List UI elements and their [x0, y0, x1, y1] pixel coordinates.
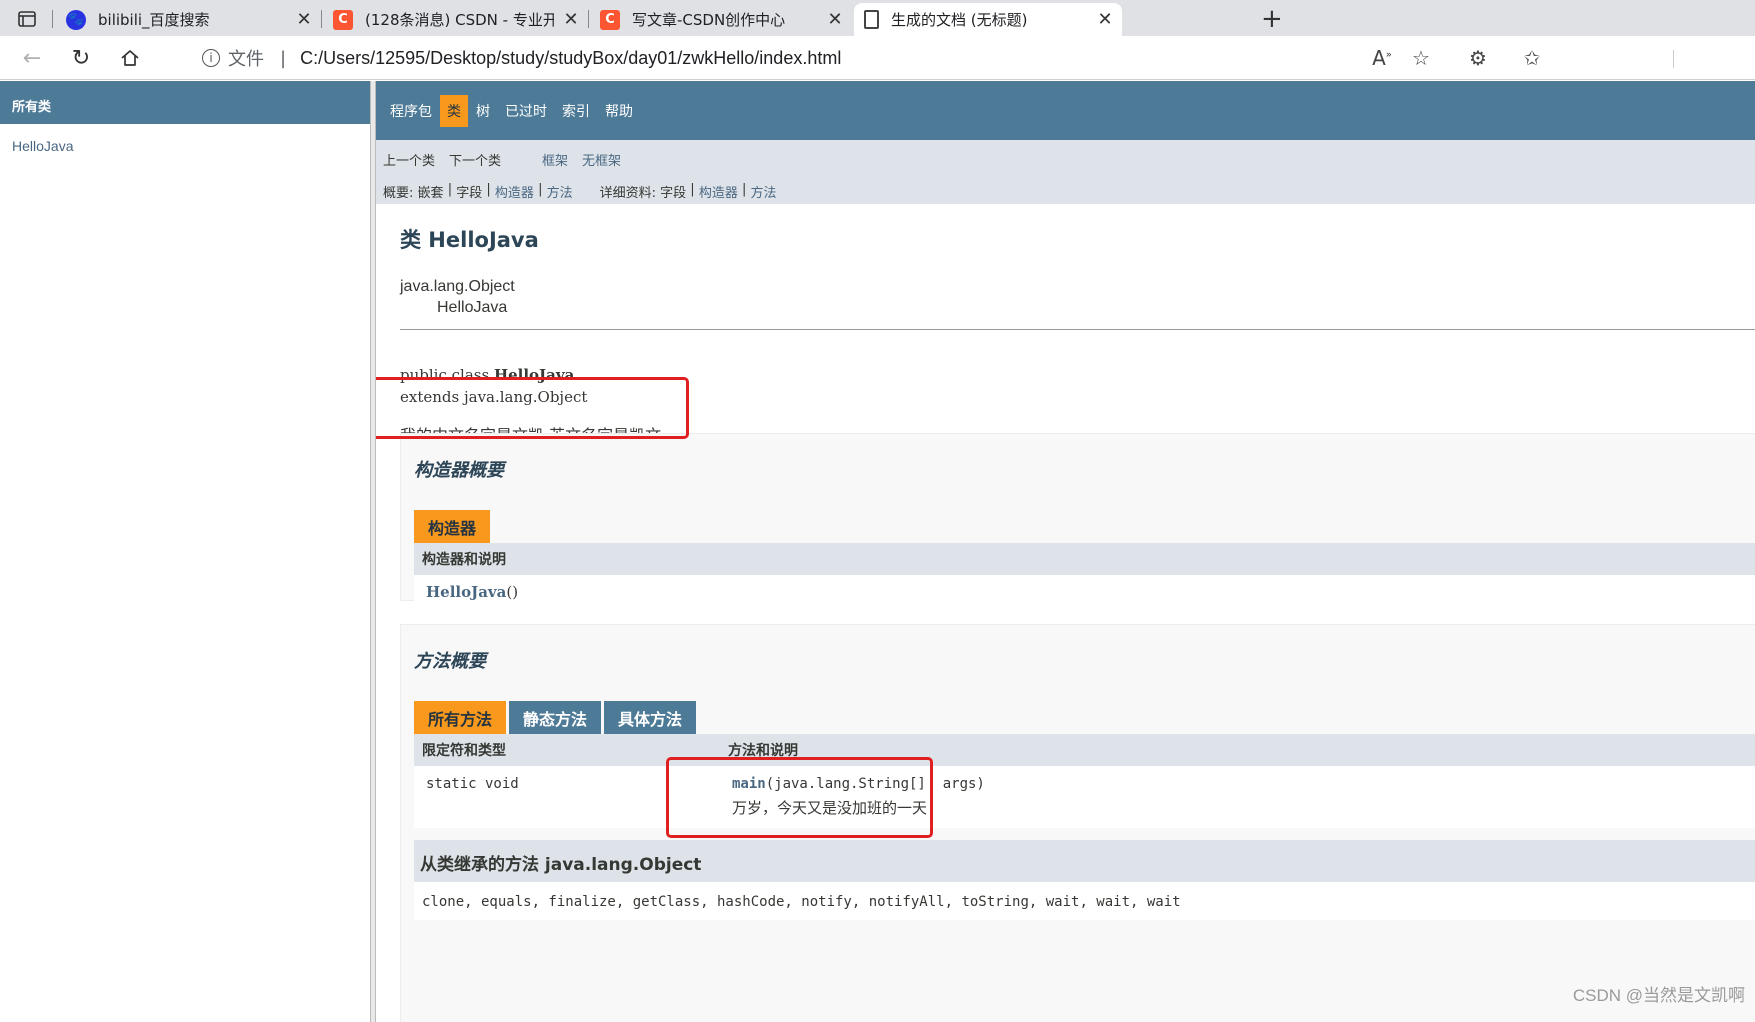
tab-title: 生成的文档 (无标题) [891, 11, 1028, 29]
detail-method-link[interactable]: 方法 [751, 182, 777, 201]
csdn-icon: C [600, 9, 620, 30]
tab-title: bilibili_百度搜索 [98, 11, 210, 29]
nav-deprecated[interactable]: 已过时 [498, 95, 554, 127]
all-classes-frame: 所有类 HelloJava [0, 81, 370, 1022]
constructor-params: () [506, 583, 519, 601]
close-icon[interactable]: ✕ [824, 9, 846, 30]
inherited-methods-list: clone, equals, finalize, getClass, hashC… [414, 882, 1755, 920]
annotation-box [666, 757, 933, 838]
method-table-header: 限定符和类型 方法和说明 [414, 734, 1755, 766]
inherited-methods: 从类继承的方法 java.lang.Object clone, equals, … [414, 840, 1755, 920]
tab-separator [588, 10, 589, 28]
toolbar-divider [1673, 50, 1674, 68]
tab-separator [52, 10, 53, 28]
constructor-summary-heading: 构造器概要 [414, 460, 504, 481]
sub-nav: 上一个类 下一个类 框架 无框架 概要: 嵌套 | 字段 | 构造器 | 方法 … [376, 140, 1755, 204]
tab-bilibili[interactable]: 🐾 bilibili_百度搜索 ✕ [56, 3, 321, 36]
extensions-icon[interactable]: ⚙ [1465, 46, 1491, 70]
url-separator: | [280, 47, 287, 69]
summary-nested: 嵌套 [417, 186, 444, 201]
constructor-column-header: 构造器和说明 [414, 543, 1755, 575]
add-favorite-icon[interactable]: ☆ [1408, 46, 1434, 70]
method-table: 限定符和类型 方法和说明 static void main(java.lang.… [414, 734, 1755, 828]
summary-field: 字段 [456, 186, 483, 201]
detail-label: 详细资料: [599, 186, 656, 201]
close-icon[interactable]: ✕ [293, 9, 315, 30]
tab-concrete-methods[interactable]: 具体方法 [604, 701, 697, 734]
csdn-icon: C [333, 9, 353, 30]
top-nav: 程序包 类 树 已过时 索引 帮助 [376, 81, 1755, 140]
tab-csdn[interactable]: C (128条消息) CSDN - 专业开发者社 ✕ [323, 3, 588, 36]
next-class: 下一个类 [449, 154, 502, 169]
class-frame: 程序包 类 树 已过时 索引 帮助 上一个类 下一个类 框架 无框架 概要: 嵌… [376, 81, 1755, 1022]
annotation-box [376, 377, 689, 439]
parent-class: java.lang.Object [400, 278, 515, 295]
close-icon[interactable]: ✕ [560, 9, 582, 30]
table-row: static void main(java.lang.String[] args… [414, 766, 1755, 828]
detail-constructor-link[interactable]: 构造器 [699, 182, 738, 201]
divider [400, 329, 1755, 330]
tab-all-methods[interactable]: 所有方法 [414, 701, 507, 734]
constructor-table: 构造器和说明 HelloJava() [414, 543, 1755, 609]
tab-csdn-editor[interactable]: C 写文章-CSDN创作中心 ✕ [590, 3, 852, 36]
tab-generated-doc[interactable]: 生成的文档 (无标题) ✕ [854, 3, 1122, 36]
constructor-tab: 构造器 [414, 510, 491, 543]
page-title: 类 HelloJava [400, 228, 539, 252]
no-frames-link[interactable]: 无框架 [582, 150, 621, 169]
close-icon[interactable]: ✕ [1094, 9, 1116, 30]
new-tab-icon[interactable]: + [1261, 4, 1283, 34]
summary-constructor-link[interactable]: 构造器 [495, 182, 534, 201]
document-icon [864, 10, 879, 29]
back-icon[interactable]: ← [18, 44, 46, 72]
nav-package[interactable]: 程序包 [383, 95, 439, 127]
info-icon[interactable]: i [202, 49, 220, 67]
summary-method-link[interactable]: 方法 [547, 182, 573, 201]
nav-help[interactable]: 帮助 [598, 95, 640, 127]
method-summary: 方法概要 所有方法 静态方法 具体方法 限定符和类型 方法和说明 static … [400, 624, 1755, 1022]
reload-icon[interactable]: ↻ [67, 44, 95, 72]
inherited-heading: 从类继承的方法 java.lang.Object [414, 840, 1755, 882]
baidu-icon: 🐾 [66, 9, 86, 30]
prev-class: 上一个类 [383, 154, 436, 169]
url-scheme: 文件 [228, 49, 264, 70]
tab-title: (128条消息) CSDN - 专业开发者社 [365, 11, 554, 29]
detail-field: 字段 [660, 186, 687, 201]
tab-title: 写文章-CSDN创作中心 [632, 11, 786, 29]
table-row: HelloJava() [414, 575, 1755, 609]
browser-tab-bar: 🐾 bilibili_百度搜索 ✕ C (128条消息) CSDN - 专业开发… [0, 0, 1755, 36]
url-field[interactable]: i 文件 | C:/Users/12595/Desktop/study/stud… [180, 40, 1510, 76]
nav-index[interactable]: 索引 [555, 95, 597, 127]
inheritance-tree: java.lang.Object HelloJava [400, 278, 1755, 317]
favorites-icon[interactable]: ✩ [1519, 46, 1545, 70]
all-classes-header: 所有类 [0, 81, 370, 124]
class-link-hellojava[interactable]: HelloJava [0, 124, 370, 154]
read-aloud-icon[interactable]: A» [1369, 46, 1395, 70]
constructor-link[interactable]: HelloJava [426, 583, 506, 601]
tab-static-methods[interactable]: 静态方法 [509, 701, 602, 734]
tab-separator [321, 10, 322, 28]
method-summary-heading: 方法概要 [414, 651, 486, 672]
tab-actions-icon[interactable] [14, 8, 40, 30]
address-bar: ← ↻ i 文件 | C:/Users/12595/Desktop/study/… [0, 36, 1755, 80]
home-icon[interactable] [116, 44, 144, 72]
frames-link[interactable]: 框架 [542, 150, 568, 169]
constructor-summary: 构造器概要 构造器 构造器和说明 HelloJava() [400, 433, 1755, 609]
child-class: HelloJava [437, 299, 508, 316]
nav-class: 类 [440, 94, 468, 127]
url-text[interactable]: C:/Users/12595/Desktop/study/studyBox/da… [300, 48, 841, 69]
watermark: CSDN @当然是文凯啊 [1572, 986, 1745, 1005]
nav-tree[interactable]: 树 [469, 95, 497, 127]
summary-label: 概要: [383, 186, 414, 201]
